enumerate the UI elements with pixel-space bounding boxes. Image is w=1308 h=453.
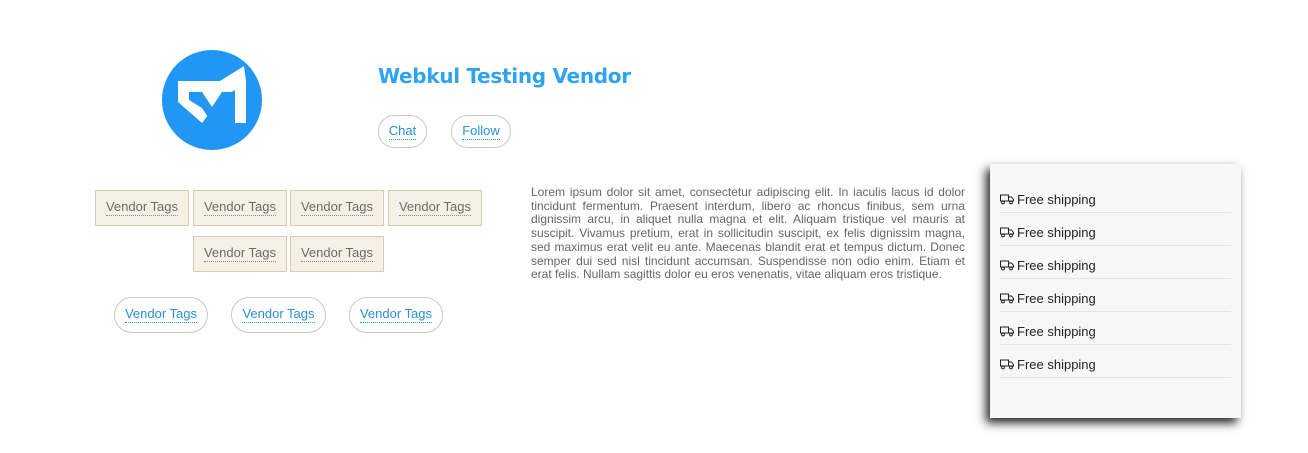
- vendor-tag-label: Vendor Tags: [203, 199, 277, 216]
- vendor-tag-label: Vendor Tags: [300, 199, 374, 216]
- truck-icon: [1000, 227, 1014, 238]
- vendor-tag[interactable]: Vendor Tags: [290, 236, 384, 272]
- shipping-item: Free shipping: [1000, 180, 1231, 213]
- truck-icon: [1000, 194, 1014, 205]
- shipping-item-label: Free shipping: [1017, 323, 1096, 339]
- vendor-tag-pill[interactable]: Vendor Tags: [231, 297, 326, 333]
- vendor-tag-pill[interactable]: Vendor Tags: [114, 297, 208, 333]
- vendor-tag[interactable]: Vendor Tags: [290, 190, 384, 226]
- vendor-tag[interactable]: Vendor Tags: [193, 190, 287, 226]
- vendor-tag-label: Vendor Tags: [105, 199, 179, 216]
- vendor-tag-pill[interactable]: Vendor Tags: [349, 297, 443, 333]
- follow-button-label: Follow: [462, 122, 500, 140]
- shipping-item-label: Free shipping: [1017, 257, 1096, 273]
- vendor-tag-pill-label: Vendor Tags: [124, 306, 198, 323]
- chat-button-label: Chat: [388, 122, 417, 140]
- shipping-item-label: Free shipping: [1017, 224, 1096, 240]
- vendor-tag-label: Vendor Tags: [398, 199, 472, 216]
- vendor-tag[interactable]: Vendor Tags: [388, 190, 482, 226]
- chat-button[interactable]: Chat: [378, 115, 427, 148]
- webkul-logo-icon: [178, 66, 246, 123]
- truck-icon: [1000, 359, 1014, 370]
- vendor-tag[interactable]: Vendor Tags: [193, 236, 287, 272]
- truck-icon: [1000, 326, 1014, 337]
- shipping-item-label: Free shipping: [1017, 356, 1096, 372]
- vendor-tag-pill-label: Vendor Tags: [359, 306, 433, 323]
- vendor-description: Lorem ipsum dolor sit amet, consectetur …: [531, 185, 965, 282]
- shipping-item: Free shipping: [1000, 312, 1231, 345]
- shipping-item: Free shipping: [1000, 345, 1231, 378]
- vendor-tag-pill-label: Vendor Tags: [242, 306, 315, 323]
- truck-icon: [1000, 260, 1014, 271]
- vendor-tag[interactable]: Vendor Tags: [95, 190, 189, 226]
- shipping-item: Free shipping: [1000, 279, 1231, 312]
- follow-button[interactable]: Follow: [451, 115, 511, 148]
- vendor-name: Webkul Testing Vendor: [378, 64, 631, 88]
- shipping-item: Free shipping: [1000, 246, 1231, 279]
- shipping-item: Free shipping: [1000, 213, 1231, 246]
- shipping-panel: Free shipping Free shipping Free shippin…: [990, 164, 1241, 418]
- vendor-tag-label: Vendor Tags: [203, 245, 277, 262]
- shipping-item-label: Free shipping: [1017, 191, 1096, 207]
- vendor-logo: [162, 50, 262, 150]
- shipping-item-label: Free shipping: [1017, 290, 1096, 306]
- vendor-tag-label: Vendor Tags: [300, 245, 374, 262]
- truck-icon: [1000, 293, 1014, 304]
